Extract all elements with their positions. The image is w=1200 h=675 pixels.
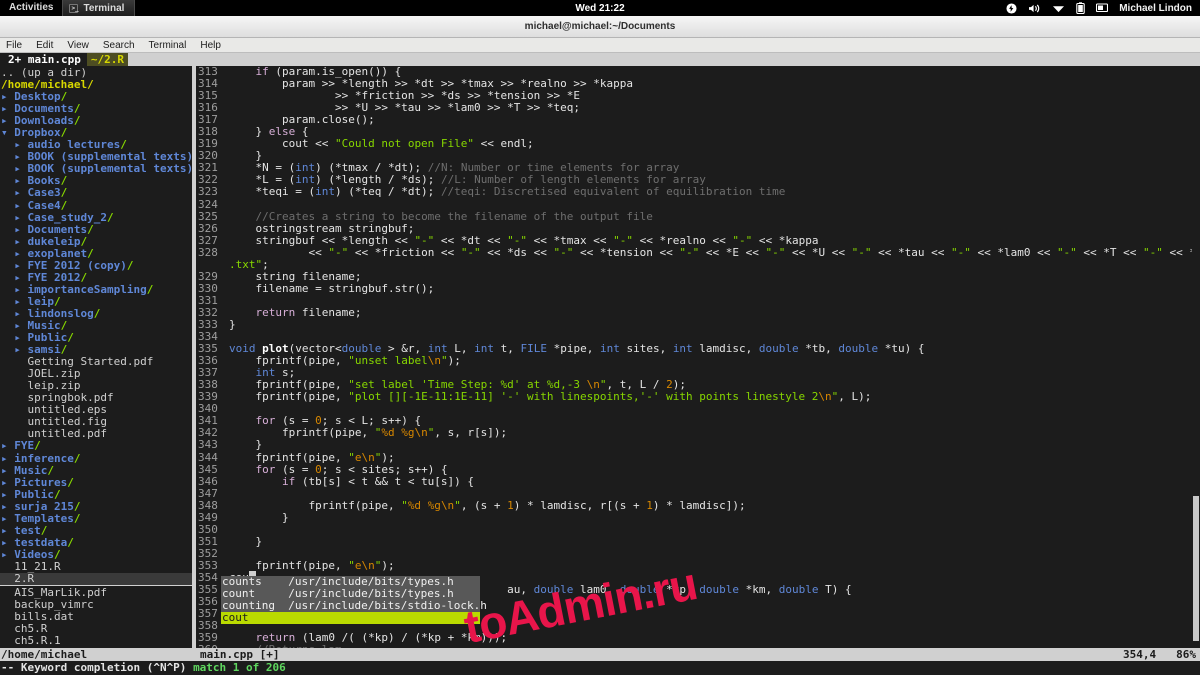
code-line[interactable]: 351 } <box>196 534 1196 548</box>
menu-item-help[interactable]: Help <box>193 38 228 53</box>
code-line-text: fprintf(pipe, "plot [][-1E-11:1E-11] '-'… <box>229 390 872 404</box>
line-number: 327 <box>196 234 229 247</box>
code-line-text: fprintf(pipe, "%d %g\n", s, r[s]); <box>229 426 508 440</box>
code-line[interactable]: 339 fprintf(pipe, "plot [][-1E-11:1E-11]… <box>196 390 1196 404</box>
line-number: 326 <box>196 222 229 235</box>
file-tree-sidebar[interactable]: .. (up a dir)/home/michael/▸ Desktop/▸ D… <box>0 66 192 648</box>
code-line[interactable]: 332 return filename; <box>196 305 1196 319</box>
code-line-text: } <box>229 317 236 331</box>
line-number: 325 <box>196 210 229 223</box>
line-number <box>196 258 229 271</box>
menu-item-file[interactable]: File <box>0 38 29 53</box>
tab-main-cpp[interactable]: 2+ main.cpp <box>0 53 87 66</box>
window-list-terminal-button[interactable]: >_ Terminal <box>62 0 136 16</box>
line-number: 344 <box>196 451 229 464</box>
line-number: 323 <box>196 186 229 199</box>
window-title: michael@michael:~/Documents <box>524 21 676 32</box>
line-number: 349 <box>196 511 229 524</box>
code-line-text: if (tb[s] < t && t < tu[s]) { <box>281 474 475 488</box>
gnome-top-bar: Activities >_ Terminal Wed 21:22 Michael… <box>0 0 1200 16</box>
wifi-icon[interactable] <box>1052 3 1065 14</box>
code-line-text: } <box>229 534 263 548</box>
code-line[interactable]: 323 *teqi = (int) (*teq / *dt); //teqi: … <box>196 185 1196 199</box>
tabline-filler <box>127 53 1200 66</box>
line-number: 345 <box>196 463 229 476</box>
code-line[interactable]: 319 cout << "Could not open File" << end… <box>196 137 1196 151</box>
menu-item-search[interactable]: Search <box>96 38 142 53</box>
code-line[interactable]: 342 fprintf(pipe, "%d %g\n", s, r[s]); <box>196 426 1196 440</box>
screen-icon[interactable] <box>1096 2 1109 14</box>
code-line[interactable]: 333} <box>196 317 1196 332</box>
statusline-position: 354,4 <box>1123 648 1157 661</box>
vim-statusline: /home/michael main.cpp [+] 354,4 86% <box>0 648 1200 661</box>
code-line[interactable]: 348 fprintf(pipe, "%d %g\n", (s + 1) * l… <box>196 498 1196 512</box>
activities-button[interactable]: Activities <box>0 0 62 16</box>
editor-scrollbar[interactable] <box>1192 66 1200 648</box>
cmdline-message: -- Keyword completion (^N^P) <box>1 661 194 674</box>
menubar: File Edit View Search Terminal Help <box>0 38 1200 53</box>
completion-item[interactable]: cout <box>221 612 480 625</box>
tree-file-item[interactable]: ch5.R.1 <box>0 635 192 647</box>
line-number: 343 <box>196 439 229 452</box>
user-menu[interactable]: Michael Lindon <box>1119 3 1192 14</box>
code-line-text: fprintf(pipe, "%d %g\n", (s + 1) * lamdi… <box>229 498 746 512</box>
completion-popup[interactable]: counts /usr/include/bits/types.h count /u… <box>221 575 487 625</box>
vim-cmdline: -- Keyword completion (^N^P) match 1 of … <box>0 661 1200 675</box>
code-line-text: return filename; <box>255 305 362 319</box>
code-line[interactable]: 353 fprintf(pipe, "e\n"); <box>196 559 1196 572</box>
tab-2r-directory[interactable]: ~/2.R <box>86 53 128 66</box>
code-line-text: *teqi = (int) (*teq / *dt); //teqi: Disc… <box>229 185 786 199</box>
line-number: 328 <box>196 246 229 259</box>
code-line[interactable]: 330 filename = stringbuf.str(); <box>196 281 1196 295</box>
code-line-text: << "-" << *friction << "-" << *ds << "-"… <box>229 245 1196 259</box>
code-line-text: cout << "Could not open File" << endl; <box>229 137 534 151</box>
gnome-status-icons: Michael Lindon <box>1006 2 1200 14</box>
statusline-percent: 86% <box>1176 648 1196 661</box>
menu-item-view[interactable]: View <box>60 38 96 53</box>
menu-item-edit[interactable]: Edit <box>29 38 60 53</box>
screen: Activities >_ Terminal Wed 21:22 Michael… <box>0 0 1200 675</box>
completion-item[interactable]: counting /usr/include/bits/stdio-lock.h <box>221 600 487 613</box>
code-line-text: filename = stringbuf.str(); <box>229 281 435 295</box>
code-line[interactable]: 317 param.close(); <box>196 114 1196 127</box>
line-number: 348 <box>196 499 229 512</box>
code-line-text: } <box>229 510 289 524</box>
statusline-path: /home/michael <box>1 648 88 661</box>
line-number: 347 <box>196 487 229 500</box>
tree-file-item[interactable]: 2.R <box>0 572 192 586</box>
power-icon[interactable] <box>1006 2 1017 14</box>
vim-tabline: 2+ main.cpp ~/2.R <box>0 53 1200 66</box>
terminal-icon: >_ <box>69 3 79 13</box>
statusline-filename: main.cpp [+] <box>200 648 280 661</box>
code-line[interactable]: 336 fprintf(pipe, "unset label\n"); <box>196 355 1196 368</box>
menu-item-terminal[interactable]: Terminal <box>142 38 194 53</box>
volume-icon[interactable] <box>1028 3 1041 14</box>
code-line[interactable]: 328 << "-" << *friction << "-" << *ds <<… <box>196 245 1196 259</box>
window-list-terminal-label: Terminal <box>83 2 125 14</box>
code-line[interactable]: 346 if (tb[s] < t && t < tu[s]) { <box>196 474 1196 488</box>
line-number: 346 <box>196 475 229 488</box>
battery-icon[interactable] <box>1076 2 1085 14</box>
code-line[interactable]: 350 <box>196 523 1196 536</box>
code-line[interactable]: 349 } <box>196 510 1196 524</box>
cmdline-match-count: match 1 of 206 <box>193 661 286 674</box>
window-titlebar: michael@michael:~/Documents <box>0 16 1200 38</box>
code-editor[interactable]: 313 if (param.is_open()) {314 param >> *… <box>196 66 1196 648</box>
line-number: 324 <box>196 198 229 211</box>
editor-scrollbar-thumb[interactable] <box>1193 496 1199 641</box>
